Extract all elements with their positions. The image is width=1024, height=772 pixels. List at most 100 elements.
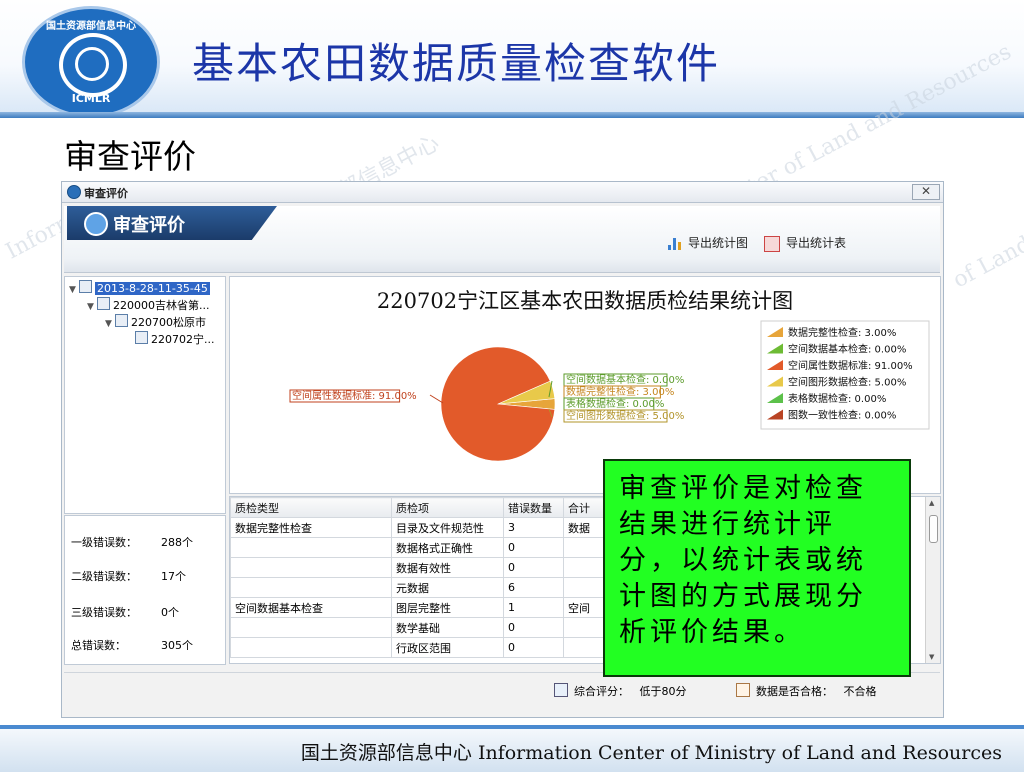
- table-cell: 空间数据基本检查: [230, 597, 392, 618]
- table-export-icon: [764, 235, 780, 252]
- table-cell: 0: [503, 557, 564, 578]
- banner-tab: 审查评价: [67, 206, 277, 240]
- logo-top-text: 国土资源部信息中心: [46, 21, 136, 32]
- window-app-icon: [67, 185, 81, 199]
- table-cell: 3: [503, 517, 564, 538]
- export-table-label: 导出统计表: [786, 236, 847, 250]
- stat-value: 305个: [161, 639, 193, 652]
- table-cell: 目录及文件规范性: [391, 517, 504, 538]
- stat-level3: 三级错误数： 0个: [71, 604, 221, 620]
- stat-level2: 二级错误数： 17个: [71, 568, 221, 584]
- app-title: 基本农田数据质量检查软件: [192, 39, 721, 88]
- banner-title: 审查评价: [113, 215, 185, 236]
- table-cell: 数据格式正确性: [391, 537, 504, 558]
- stat-label: 一级错误数：: [71, 536, 137, 549]
- col-header[interactable]: 质检类型: [230, 497, 392, 518]
- table-cell: 0: [503, 537, 564, 558]
- logo-bottom-text: ICMLR: [71, 92, 111, 105]
- tree-node-city[interactable]: ▼ 220700松原市: [105, 314, 206, 329]
- tree-node-province[interactable]: ▼ 220000吉林省第...: [87, 297, 209, 312]
- table-cell: [230, 617, 392, 638]
- db-node-icon: [79, 280, 92, 293]
- table-cell: 0: [503, 617, 564, 638]
- window-titlebar: 审查评价 ✕: [62, 182, 943, 203]
- col-header[interactable]: 错误数量: [503, 497, 564, 518]
- table-cell: 行政区范围: [391, 637, 504, 658]
- globe-icon: [75, 47, 109, 81]
- scroll-down-icon[interactable]: ▼: [929, 653, 934, 661]
- data-label: 数据完整性检查: 3.00%: [566, 385, 674, 398]
- tree-node-label: 220702宁...: [151, 333, 215, 346]
- table-cell: [230, 557, 392, 578]
- stat-label: 总错误数：: [71, 639, 126, 652]
- export-table-button[interactable]: 导出统计表: [764, 234, 846, 254]
- expand-toggle-icon[interactable]: ▼: [69, 283, 79, 298]
- summary-bar: 综合评分： 低于80分 数据是否合格： 不合格: [64, 672, 940, 713]
- db-node-icon: [97, 297, 110, 310]
- banner: 审查评价 导出统计图 导出统计表: [64, 206, 940, 273]
- legend-entry: 表格数据检查: 0.00%: [788, 392, 886, 405]
- scroll-thumb[interactable]: [929, 515, 938, 543]
- legend-entry: 空间图形数据检查: 5.00%: [788, 376, 906, 389]
- table-cell: 数据有效性: [391, 557, 504, 578]
- stat-value: 17个: [161, 570, 186, 583]
- review-icon: [84, 212, 108, 236]
- expand-toggle-icon[interactable]: ▼: [87, 300, 97, 315]
- pass-status: 数据是否合格： 不合格: [736, 683, 877, 699]
- table-scrollbar[interactable]: ▲ ▼: [925, 497, 940, 663]
- table-cell: [230, 637, 392, 658]
- db-node-icon: [115, 314, 128, 327]
- slide-footer: 国土资源部信息中心 Information Center of Ministry…: [0, 725, 1024, 772]
- tree-node-county[interactable]: 220702宁...: [135, 331, 214, 346]
- table-cell: 数据完整性检查: [230, 517, 392, 538]
- document-icon: [736, 683, 750, 697]
- close-button[interactable]: ✕: [912, 184, 940, 200]
- pass-label: 数据是否合格：: [756, 685, 833, 698]
- stat-label: 三级错误数：: [71, 606, 137, 619]
- score-value: 低于80分: [639, 685, 687, 698]
- table-cell: 6: [503, 577, 564, 598]
- table-cell: [230, 577, 392, 598]
- table-cell: 0: [503, 637, 564, 658]
- legend-entry: 空间属性数据标准: 91.00%: [788, 359, 913, 372]
- overall-score: 综合评分： 低于80分: [554, 683, 687, 699]
- logo-emblem: [59, 33, 127, 97]
- window-title: 审查评价: [84, 187, 128, 200]
- table-cell: 数学基础: [391, 617, 504, 638]
- table-cell: 1: [503, 597, 564, 618]
- expand-toggle-icon[interactable]: ▼: [105, 317, 115, 332]
- doc-node-icon: [135, 331, 148, 344]
- export-chart-button[interactable]: 导出统计图: [668, 234, 748, 254]
- error-stats-panel: 一级错误数： 288个 二级错误数： 17个 三级错误数： 0个 总错误数： 3…: [64, 515, 226, 665]
- tree-node-run[interactable]: ▼ 2013-8-28-11-35-45: [69, 280, 210, 295]
- tree-node-label: 2013-8-28-11-35-45: [95, 282, 210, 295]
- tree-panel: ▼ 2013-8-28-11-35-45 ▼ 220000吉林省第... ▼ 2207…: [64, 276, 226, 514]
- tree-node-label: 220000吉林省第...: [113, 299, 210, 312]
- score-label: 综合评分：: [574, 685, 629, 698]
- legend-entry: 空间数据基本检查: 0.00%: [788, 343, 906, 356]
- bar-chart-icon: [668, 237, 682, 250]
- data-label: 表格数据检查: 0.00%: [566, 397, 664, 410]
- section-title: 审查评价: [64, 137, 196, 176]
- slide-header: 国土资源部信息中心 ICMLR 基本农田数据质量检查软件: [0, 0, 1024, 118]
- stat-value: 0个: [161, 606, 179, 619]
- data-label: 空间图形数据检查: 5.00%: [566, 409, 684, 422]
- export-chart-label: 导出统计图: [688, 236, 749, 250]
- watermark: of Land: [949, 231, 1024, 294]
- stat-value: 288个: [161, 536, 193, 549]
- table-cell: [230, 537, 392, 558]
- scroll-up-icon[interactable]: ▲: [929, 499, 934, 507]
- legend-entry: 图数一致性检查: 0.00%: [788, 409, 896, 422]
- pass-value: 不合格: [843, 685, 877, 698]
- table-cell: 元数据: [391, 577, 504, 598]
- icmlr-logo: 国土资源部信息中心 ICMLR: [22, 6, 160, 118]
- footer-text: 国土资源部信息中心 Information Center of Ministry…: [300, 742, 1002, 764]
- stat-total: 总错误数： 305个: [71, 637, 221, 653]
- explanation-callout: 审查评价是对检查结果进行统计评分，以统计表或统计图的方式展现分析评价结果。: [603, 459, 911, 677]
- stat-level1: 一级错误数： 288个: [71, 534, 221, 550]
- stat-label: 二级错误数：: [71, 570, 137, 583]
- data-label: 空间数据基本检查: 0.00%: [566, 373, 684, 386]
- col-header[interactable]: 质检项: [391, 497, 504, 518]
- hierarchy-icon: [554, 683, 568, 697]
- table-cell: 图层完整性: [391, 597, 504, 618]
